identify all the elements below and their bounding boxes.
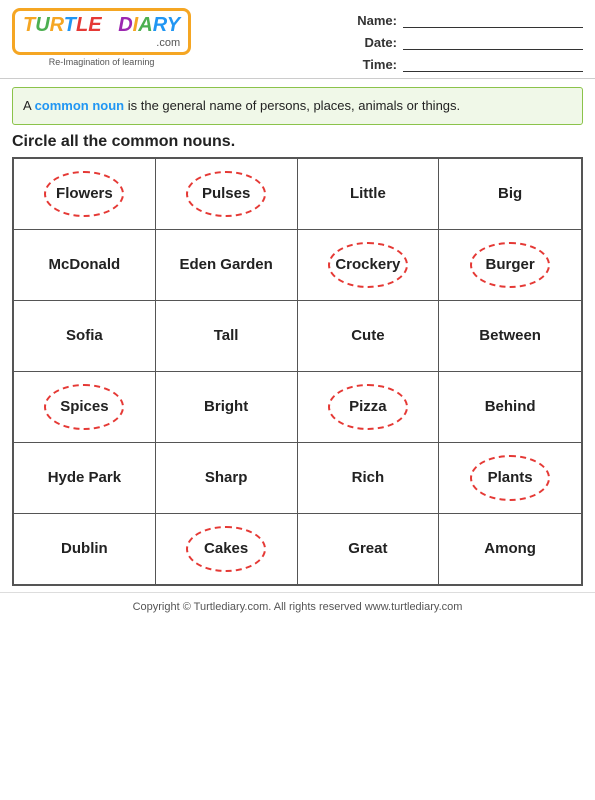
cell-text-0-2: Little <box>350 185 386 202</box>
cell-text-4-0: Hyde Park <box>48 469 121 486</box>
logo-box: TURTLE DIARY .com <box>12 8 191 55</box>
grid-cell-4-2: Rich <box>298 443 440 513</box>
grid-cell-0-1: Pulses <box>156 159 298 229</box>
cell-text-2-3: Between <box>479 327 541 344</box>
info-highlight: common noun <box>35 98 125 113</box>
grid-cell-1-1: Eden Garden <box>156 230 298 300</box>
cell-text-5-0: Dublin <box>61 540 108 557</box>
cell-text-0-3: Big <box>498 185 522 202</box>
cell-text-4-2: Rich <box>352 469 385 486</box>
logo-area: TURTLE DIARY .com Re-Imagination of lear… <box>12 8 191 67</box>
grid-cell-2-1: Tall <box>156 301 298 371</box>
cell-text-1-1: Eden Garden <box>179 256 272 273</box>
grid-cell-2-0: Sofia <box>14 301 156 371</box>
cell-text-1-0: McDonald <box>49 256 121 273</box>
cell-text-5-1: Cakes <box>204 540 248 557</box>
cell-text-3-2: Pizza <box>349 398 387 415</box>
logo-tagline: Re-Imagination of learning <box>49 57 155 67</box>
date-label: Date: <box>357 35 397 50</box>
grid-cell-5-1: Cakes <box>156 514 298 584</box>
grid-cell-2-3: Between <box>439 301 581 371</box>
grid-cell-4-1: Sharp <box>156 443 298 513</box>
name-label: Name: <box>357 13 397 28</box>
instruction: Circle all the common nouns. <box>12 133 583 151</box>
cell-text-5-3: Among <box>484 540 536 557</box>
cell-text-5-2: Great <box>348 540 387 557</box>
cell-text-3-3: Behind <box>485 398 536 415</box>
grid-cell-5-0: Dublin <box>14 514 156 584</box>
grid-cell-4-3: Plants <box>439 443 581 513</box>
cell-text-2-1: Tall <box>214 327 239 344</box>
grid-cell-1-3: Burger <box>439 230 581 300</box>
cell-text-1-3: Burger <box>486 256 535 273</box>
grid-cell-1-0: McDonald <box>14 230 156 300</box>
grid-row-4: Hyde Park Sharp Rich Plants <box>14 443 581 514</box>
logo-com: .com <box>23 37 180 49</box>
name-row: Name: <box>357 12 583 28</box>
grid-cell-0-2: Little <box>298 159 440 229</box>
grid-row-5: Dublin Cakes Great Among <box>14 514 581 584</box>
logo-text: TURTLE DIARY <box>23 14 180 37</box>
cell-text-4-1: Sharp <box>205 469 248 486</box>
cell-text-0-1: Pulses <box>202 185 250 202</box>
cell-text-3-1: Bright <box>204 398 248 415</box>
form-fields: Name: Date: Time: <box>357 8 583 72</box>
cell-text-2-2: Cute <box>351 327 384 344</box>
date-input[interactable] <box>403 34 583 50</box>
grid-cell-1-2: Crockery <box>298 230 440 300</box>
grid-cell-5-2: Great <box>298 514 440 584</box>
grid-row-1: McDonald Eden Garden Crockery Burger <box>14 230 581 301</box>
grid-cell-5-3: Among <box>439 514 581 584</box>
grid-row-3: Spices Bright Pizza Behind <box>14 372 581 443</box>
noun-grid: Flowers Pulses Little Big McDonald Eden Garde… <box>12 157 583 586</box>
info-box: A common noun is the general name of per… <box>12 87 583 125</box>
grid-cell-0-3: Big <box>439 159 581 229</box>
grid-cell-4-0: Hyde Park <box>14 443 156 513</box>
info-prefix: A <box>23 98 35 113</box>
footer: Copyright © Turtlediary.com. All rights … <box>0 592 595 621</box>
time-row: Time: <box>357 56 583 72</box>
cell-text-3-0: Spices <box>60 398 108 415</box>
time-input[interactable] <box>403 56 583 72</box>
cell-text-4-3: Plants <box>488 469 533 486</box>
cell-text-2-0: Sofia <box>66 327 103 344</box>
grid-row-2: Sofia Tall Cute Between <box>14 301 581 372</box>
grid-row-0: Flowers Pulses Little Big <box>14 159 581 230</box>
grid-cell-3-2: Pizza <box>298 372 440 442</box>
grid-cell-2-2: Cute <box>298 301 440 371</box>
cell-text-1-2: Crockery <box>335 256 400 273</box>
date-row: Date: <box>357 34 583 50</box>
header: TURTLE DIARY .com Re-Imagination of lear… <box>0 0 595 79</box>
time-label: Time: <box>357 57 397 72</box>
grid-cell-3-0: Spices <box>14 372 156 442</box>
grid-cell-3-1: Bright <box>156 372 298 442</box>
grid-cell-3-3: Behind <box>439 372 581 442</box>
grid-cell-0-0: Flowers <box>14 159 156 229</box>
cell-text-0-0: Flowers <box>56 185 113 202</box>
name-input[interactable] <box>403 12 583 28</box>
info-suffix: is the general name of persons, places, … <box>124 98 460 113</box>
